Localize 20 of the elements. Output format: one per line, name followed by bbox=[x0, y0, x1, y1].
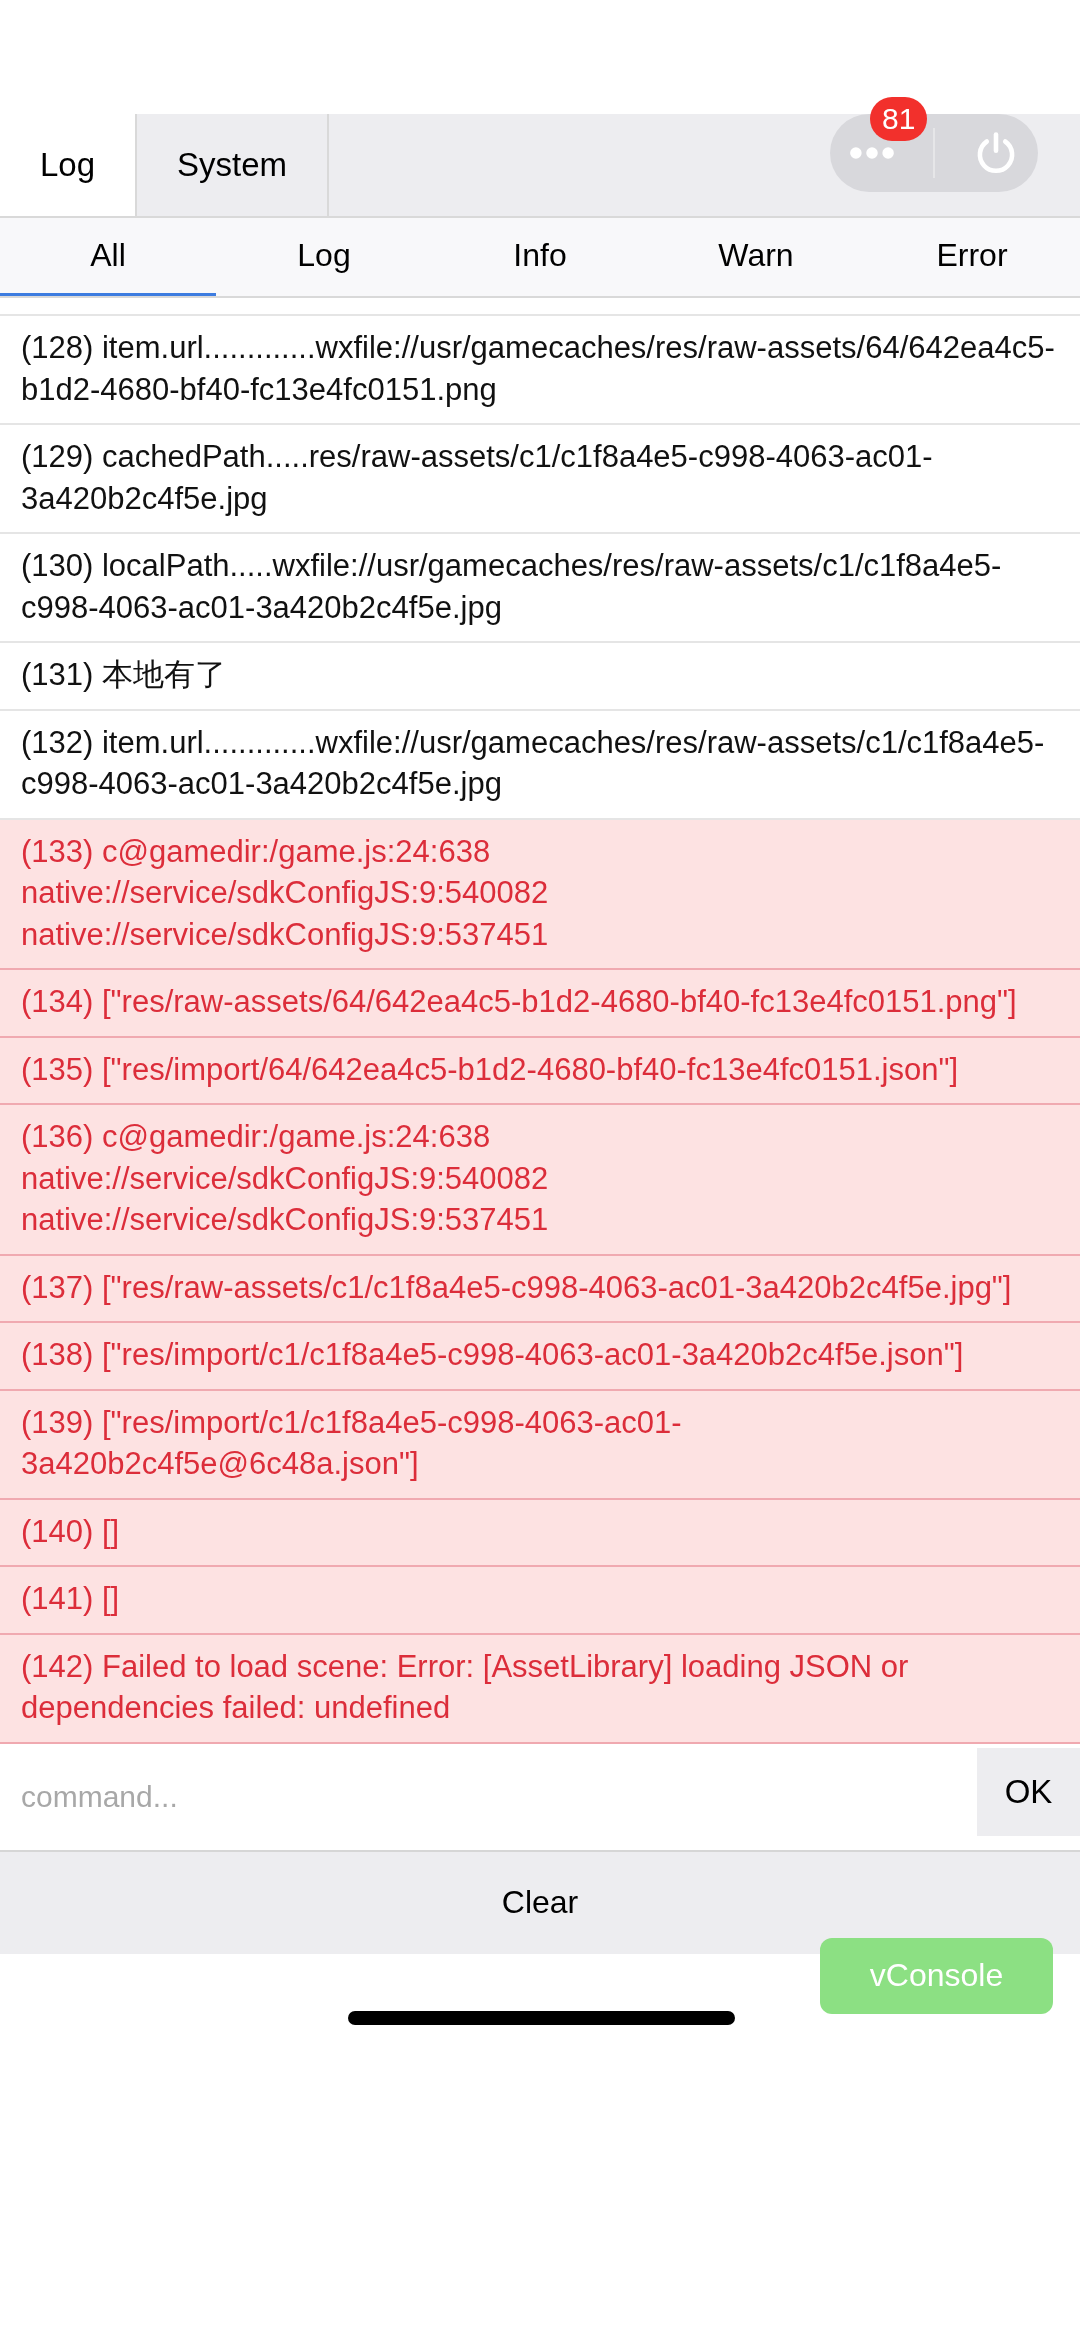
log-entry: (138) ["res/import/c1/c1f8a4e5-c998-4063-ac01-3a420b2c4f5e.json"] bbox=[0, 1323, 1080, 1391]
clear-button[interactable]: Clear bbox=[0, 1851, 1080, 1954]
filter-tab[interactable]: Warn bbox=[648, 218, 864, 296]
filter-tab[interactable]: All bbox=[0, 218, 216, 296]
log-entry: (135) ["res/import/64/642ea4c5-b1d2-4680-bf40-fc13e4fc0151.json"] bbox=[0, 1037, 1080, 1105]
more-icon[interactable] bbox=[849, 146, 895, 160]
filter-tab[interactable]: Log bbox=[216, 218, 432, 296]
log-entry: (134) ["res/raw-assets/64/642ea4c5-b1d2-4680-bf40-fc13e4fc0151.png"] bbox=[0, 970, 1080, 1038]
log-entry: (139) ["res/import/c1/c1f8a4e5-c998-4063-ac01-3a420b2c4f5e@6c48a.json"] bbox=[0, 1390, 1080, 1500]
ok-button[interactable]: OK bbox=[977, 1747, 1080, 1836]
log-entry: (137) ["res/raw-assets/c1/c1f8a4e5-c998-4063-ac01-3a420b2c4f5e.jpg"] bbox=[0, 1255, 1080, 1323]
notification-badge: 81 bbox=[870, 97, 928, 141]
filter-tab[interactable]: Info bbox=[432, 218, 648, 296]
log-entry: (136) c@gamedir:/game.js:24:638 native://service/sdkConfigJS:9:540082 native://service/sdkConfigJS:9:537451 bbox=[0, 1105, 1080, 1256]
panel-tab[interactable]: Log bbox=[0, 114, 137, 216]
log-entry: (140) [] bbox=[0, 1499, 1080, 1567]
log-entry: (142) Failed to load scene: Error: [AssetLibrary] loading JSON or dependencies failed: undefined bbox=[0, 1634, 1080, 1744]
filter-tab[interactable]: Error bbox=[864, 218, 1080, 296]
log-entry: (133) c@gamedir:/game.js:24:638 native://service/sdkConfigJS:9:540082 native://service/sdkConfigJS:9:537451 bbox=[0, 819, 1080, 970]
log-entry: (141) [] bbox=[0, 1567, 1080, 1635]
